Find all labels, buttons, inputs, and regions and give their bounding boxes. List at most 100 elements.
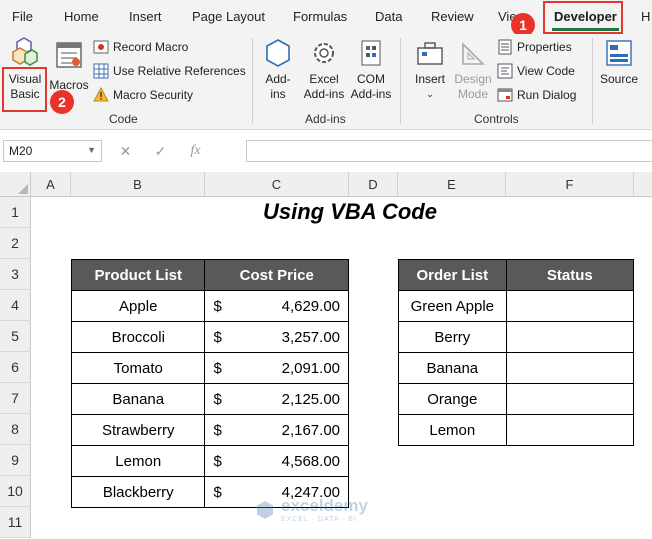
addins-label-line2: ins [270,87,286,101]
price-value: 4,568.00 [281,452,340,470]
macro-security-button[interactable]: Macro Security [93,87,193,103]
addins-icon [266,39,290,67]
chevron-down-icon: ⌄ [426,89,434,99]
developer-tab-highlight [543,1,623,34]
tab-home[interactable]: Home [64,9,99,24]
name-box-value: M20 [9,144,33,158]
row-header-1[interactable]: 1 [0,197,31,228]
price-cell[interactable]: $2,125.00 [204,383,349,415]
currency-symbol: $ [213,390,222,408]
name-box[interactable]: M20 ▼ [3,140,102,162]
header-order-list[interactable]: Order List [398,259,507,291]
column-header-f[interactable]: F [506,172,634,197]
tab-page-layout[interactable]: Page Layout [192,9,265,24]
tab-help[interactable]: H [641,9,650,24]
watermark: exceldemy EXCEL · DATA · BI [255,496,368,523]
header-status[interactable]: Status [505,259,635,291]
product-cell[interactable]: Banana [70,383,206,415]
design-mode-button[interactable]: Design Mode [452,38,494,102]
table-row: Banana $2,125.00 [70,383,349,415]
order-cell[interactable]: Orange [398,383,507,415]
insert-function-icon[interactable]: fx [178,143,213,159]
status-cell[interactable] [505,414,635,446]
price-cell[interactable]: $4,568.00 [204,445,349,477]
price-cell[interactable]: $4,629.00 [204,290,349,322]
column-header-b[interactable]: B [71,172,205,197]
properties-button[interactable]: Properties [497,39,572,55]
tab-file[interactable]: File [12,9,33,24]
product-cell[interactable]: Lemon [70,445,206,477]
run-dialog-button[interactable]: Run Dialog [497,87,576,103]
addins-button[interactable]: Add- ins [258,38,298,102]
tab-insert[interactable]: Insert [129,9,162,24]
row-header-6[interactable]: 6 [0,352,31,383]
header-cost-price[interactable]: Cost Price [204,259,349,291]
currency-symbol: $ [213,359,222,377]
row-header-3[interactable]: 3 [0,259,31,290]
macros-label: Macros [49,78,89,92]
tab-review[interactable]: Review [431,9,474,24]
source-button[interactable]: Source [597,38,641,87]
column-header-g[interactable] [634,172,652,197]
status-cell[interactable] [505,352,635,384]
currency-symbol: $ [213,328,222,346]
product-cell[interactable]: Apple [70,290,206,322]
row-header-8[interactable]: 8 [0,414,31,445]
table-row: Strawberry $2,167.00 [70,414,349,446]
status-cell[interactable] [505,290,635,322]
row-header-2[interactable]: 2 [0,228,31,259]
order-cell[interactable]: Banana [398,352,507,384]
record-macro-button[interactable]: Record Macro [93,39,188,55]
price-cell[interactable]: $3,257.00 [204,321,349,353]
source-label: Source [599,72,639,86]
row-header-11[interactable]: 11 [0,507,31,538]
header-product-list[interactable]: Product List [70,259,206,291]
row-header-4[interactable]: 4 [0,290,31,321]
tab-data[interactable]: Data [375,9,402,24]
price-value: 4,629.00 [281,297,340,315]
com-addins-label-line1: COM [357,72,385,86]
view-code-button[interactable]: View Code [497,63,575,79]
com-addins-button[interactable]: COM Add-ins [348,38,394,102]
table-row: Banana [398,352,635,384]
product-cell[interactable]: Strawberry [70,414,206,446]
table-row: Tomato $2,091.00 [70,352,349,384]
product-cell[interactable]: Blackberry [70,476,206,508]
row-header-7[interactable]: 7 [0,383,31,414]
chevron-down-icon[interactable]: ▼ [87,145,96,155]
price-cell[interactable]: $2,091.00 [204,352,349,384]
column-header-d[interactable]: D [349,172,398,197]
check-icon[interactable]: ✓ [143,143,178,160]
exceldemy-logo-icon [257,500,273,519]
row-header-10[interactable]: 10 [0,476,31,507]
formula-input[interactable] [246,140,652,162]
column-header-c[interactable]: C [205,172,349,197]
cancel-icon[interactable]: ✕ [108,143,143,160]
status-cell[interactable] [505,321,635,353]
order-cell[interactable]: Green Apple [398,290,507,322]
price-value: 2,125.00 [281,390,340,408]
order-cell[interactable]: Lemon [398,414,507,446]
insert-control-button[interactable]: Insert ⌄ [410,38,450,102]
column-header-e[interactable]: E [398,172,506,197]
relative-references-button[interactable]: Use Relative References [93,63,246,79]
macros-icon [56,42,82,68]
group-separator [252,38,253,124]
gear-icon [314,43,334,63]
price-cell[interactable]: $2,167.00 [204,414,349,446]
product-cell[interactable]: Tomato [70,352,206,384]
visual-basic-button[interactable] [4,36,44,70]
row-header-9[interactable]: 9 [0,445,31,476]
tab-formulas[interactable]: Formulas [293,9,347,24]
column-header-a[interactable]: A [31,172,71,197]
select-all-corner[interactable] [0,172,31,197]
product-cell[interactable]: Broccoli [70,321,206,353]
macros-button[interactable]: Macros [48,40,90,93]
group-label-code: Code [109,112,138,126]
insert-control-label: Insert [414,72,445,86]
excel-addins-button[interactable]: Excel Add-ins [300,38,348,102]
order-cell[interactable]: Berry [398,321,507,353]
row-header-5[interactable]: 5 [0,321,31,352]
table-row: Lemon [398,414,635,446]
status-cell[interactable] [505,383,635,415]
